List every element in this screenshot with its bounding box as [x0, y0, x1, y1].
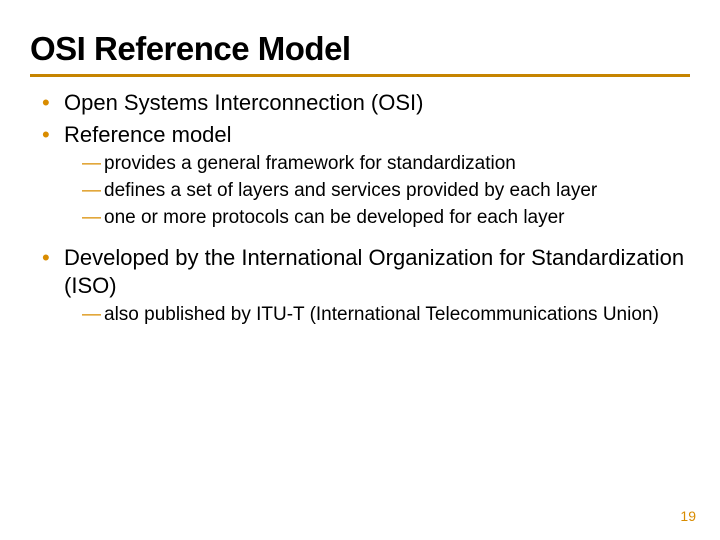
bullet-text: one or more protocols can be developed f… — [104, 205, 565, 230]
bullet-dot-icon: • — [42, 244, 64, 300]
bullet-level2: — provides a general framework for stand… — [82, 151, 690, 176]
bullet-dot-icon: • — [42, 121, 64, 149]
slide-title: OSI Reference Model — [30, 30, 690, 74]
bullet-text: Open Systems Interconnection (OSI) — [64, 89, 424, 117]
bullet-level2: — one or more protocols can be developed… — [82, 205, 690, 230]
dash-icon: — — [82, 302, 104, 327]
bullet-level1: • Developed by the International Organiz… — [42, 244, 690, 300]
bullet-level2: — also published by ITU-T (International… — [82, 302, 690, 327]
page-number: 19 — [680, 508, 696, 524]
bullet-text: defines a set of layers and services pro… — [104, 178, 597, 203]
bullet-level2: — defines a set of layers and services p… — [82, 178, 690, 203]
dash-icon: — — [82, 178, 104, 203]
bullet-text: also published by ITU-T (International T… — [104, 302, 659, 327]
bullet-level1: • Open Systems Interconnection (OSI) — [42, 89, 690, 117]
bullet-text: provides a general framework for standar… — [104, 151, 516, 176]
bullet-level1: • Reference model — [42, 121, 690, 149]
bullet-dot-icon: • — [42, 89, 64, 117]
dash-icon: — — [82, 205, 104, 230]
title-underline — [30, 74, 690, 77]
bullet-text: Reference model — [64, 121, 232, 149]
bullet-text: Developed by the International Organizat… — [64, 244, 690, 300]
dash-icon: — — [82, 151, 104, 176]
